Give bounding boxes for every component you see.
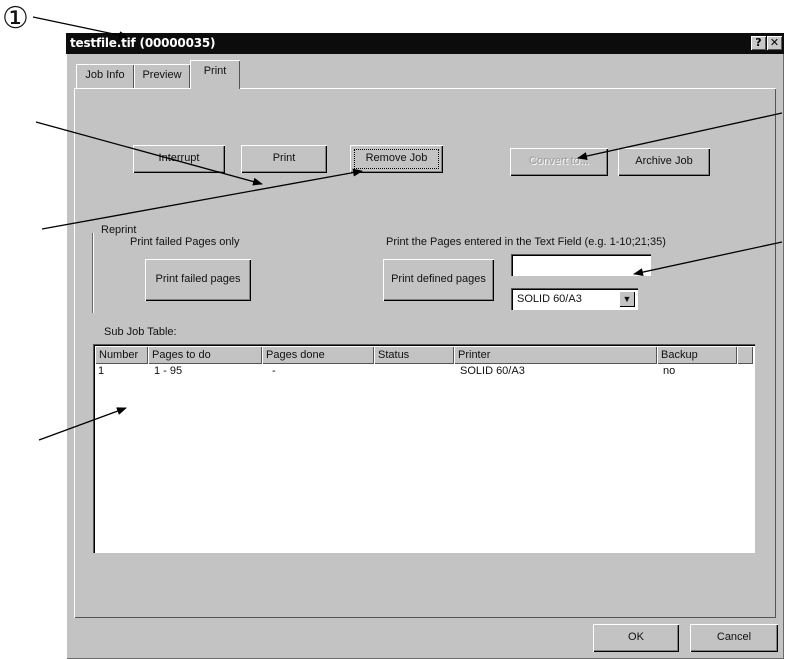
callout-number: ① [2,1,29,36]
reprint-group-border [92,233,93,313]
pages-range-input[interactable] [511,254,651,276]
cell-backup: no [663,365,676,377]
close-icon[interactable]: ✕ [767,36,782,50]
sub-job-table: Number Pages to do Pages done Status Pri… [93,344,755,553]
defined-pages-label: Print the Pages entered in the Text Fiel… [386,236,666,248]
column-header-pages-done[interactable]: Pages done [262,346,374,364]
cell-status [374,364,454,378]
ok-button[interactable]: OK [593,624,679,652]
reprint-group-label: Reprint [101,224,137,236]
table-header: Number Pages to do Pages done Status Pri… [95,346,753,364]
column-header-backup[interactable]: Backup [657,346,737,364]
cell-number: 1 [98,365,105,377]
print-failed-pages-button[interactable]: Print failed pages [145,259,251,301]
cell-pages-done: - [272,365,276,377]
title-bar: testfile.tif (00000035) ? ✕ [66,33,784,54]
sub-job-table-label: Sub Job Table: [104,326,177,338]
failed-pages-label: Print failed Pages only [130,236,240,248]
tab-job-info[interactable]: Job Info [76,64,134,88]
column-header-pages-to-do[interactable]: Pages to do [148,346,262,364]
printer-select[interactable]: SOLID 60/A3 ▼ [511,288,638,310]
column-header-status[interactable]: Status [374,346,454,364]
window-title: testfile.tif (00000035) [70,36,216,50]
column-header-number[interactable]: Number [95,346,148,364]
column-header-spacer [737,346,753,364]
printer-select-value: SOLID 60/A3 [517,293,582,305]
archive-job-button[interactable]: Archive Job [618,148,710,176]
cancel-button[interactable]: Cancel [690,624,778,652]
cell-pages-to-do: 1 - 95 [154,365,183,377]
help-icon[interactable]: ? [751,36,766,50]
tab-print[interactable]: Print [190,60,240,89]
interrupt-button[interactable]: Interrupt [133,145,225,173]
cell-printer: SOLID 60/A3 [460,365,525,377]
print-defined-pages-button[interactable]: Print defined pages [383,259,494,301]
convert-to-button[interactable]: Convert to... [510,148,608,176]
print-button[interactable]: Print [241,145,327,173]
column-header-printer[interactable]: Printer [454,346,657,364]
chevron-down-icon[interactable]: ▼ [619,291,635,307]
tab-preview[interactable]: Preview [134,64,190,88]
remove-job-button[interactable]: Remove Job [350,145,443,173]
table-row[interactable]: 1 1 - 95 - SOLID 60/A3 no [95,364,753,378]
